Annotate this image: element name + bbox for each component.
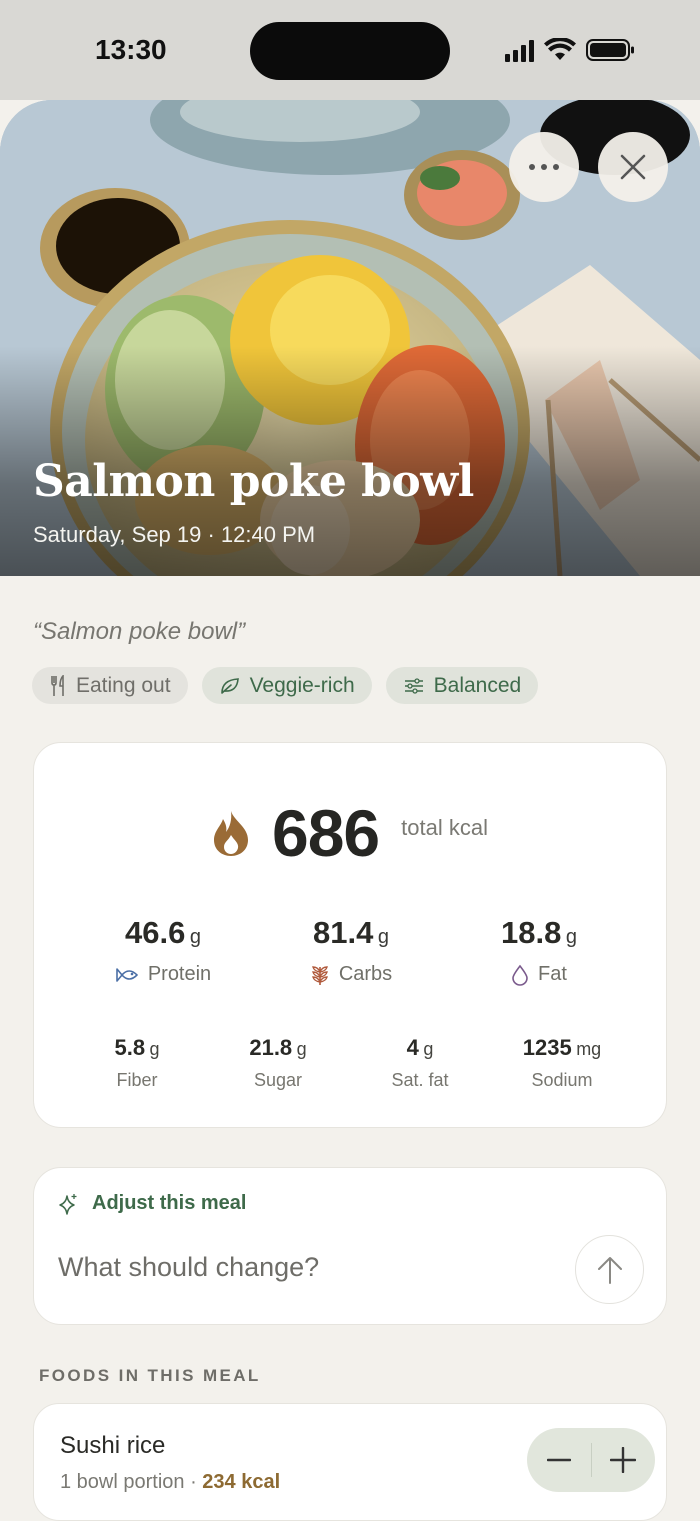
meal-tags: Eating out Veggie-rich Balanced <box>32 667 539 704</box>
meal-description-quote: “Salmon poke bowl” <box>33 618 246 645</box>
tag-label: Veggie-rich <box>249 673 355 697</box>
nutrition-card: 686 total kcal 46.6 g Protein 81.4 g Car… <box>33 742 667 1128</box>
calories-summary: 686 total kcal <box>34 795 666 871</box>
food-item-card[interactable]: Sushi rice 1 bowl portion · 234 kcal <box>33 1403 667 1521</box>
close-icon <box>620 154 646 180</box>
droplet-icon <box>512 964 528 986</box>
micro-value: 21.8 <box>249 1035 293 1060</box>
status-time: 13:30 <box>95 34 167 65</box>
macro-value: 46.6 <box>125 915 186 950</box>
micro-value: 5.8 <box>114 1035 146 1060</box>
meal-title: Salmon poke bowl <box>33 456 474 507</box>
micro-label: Sat. fat <box>391 1070 449 1090</box>
micro-label: Fiber <box>116 1070 158 1090</box>
micro-label: Sodium <box>531 1070 593 1090</box>
meal-datetime: Saturday, Sep 19 · 12:40 PM <box>33 522 316 547</box>
macro-protein: 46.6 g Protein <box>78 915 248 986</box>
close-button[interactable] <box>598 132 668 202</box>
macro-label: Carbs <box>338 963 393 985</box>
dynamic-island <box>250 22 450 80</box>
micro-value: 1235 <box>522 1035 572 1060</box>
macro-unit: g <box>189 926 201 948</box>
foods-section-title: FOODS IN THIS MEAL <box>39 1366 261 1385</box>
send-button[interactable] <box>575 1235 644 1304</box>
tag-label: Balanced <box>433 673 522 697</box>
food-meta: 1 bowl portion · 234 kcal <box>60 1471 280 1494</box>
micro-label: Sugar <box>253 1070 303 1090</box>
arrow-up-icon <box>597 1256 622 1284</box>
plus-icon <box>610 1447 637 1473</box>
macro-unit: g <box>377 926 389 948</box>
macro-carbs: 81.4 g Carbs <box>266 915 436 986</box>
tag-eating-out[interactable]: Eating out <box>32 667 188 704</box>
food-portion: 1 bowl portion · <box>60 1471 203 1493</box>
meal-photo-hero: Salmon poke bowl Saturday, Sep 19 · 12:4… <box>0 100 700 576</box>
wifi-icon <box>544 38 576 60</box>
food-kcal: 234 kcal <box>202 1471 281 1493</box>
macro-label: Fat <box>538 963 567 985</box>
micro-unit: mg <box>576 1039 602 1059</box>
increment-button[interactable] <box>592 1428 656 1492</box>
adjust-meal-header: Adjust this meal <box>58 1192 246 1215</box>
macro-unit: g <box>565 926 577 948</box>
adjust-meal-input[interactable] <box>58 1252 558 1283</box>
kcal-value: 686 <box>272 796 380 870</box>
macro-label: Protein <box>147 963 212 985</box>
flame-icon <box>214 811 249 856</box>
fish-icon <box>116 967 138 982</box>
tag-label: Eating out <box>76 673 171 697</box>
micro-unit: g <box>296 1039 307 1059</box>
minus-icon <box>546 1458 571 1462</box>
micro-unit: g <box>149 1039 160 1059</box>
more-horizontal-icon <box>529 164 559 170</box>
micro-fiber: 5.8 g Fiber <box>72 1035 202 1091</box>
micro-unit: g <box>423 1039 434 1059</box>
micro-sugar: 21.8 g Sugar <box>213 1035 343 1091</box>
sparkle-icon <box>59 1193 77 1215</box>
fork-knife-icon <box>51 674 64 696</box>
tag-veggie-rich[interactable]: Veggie-rich <box>201 667 372 704</box>
leaf-icon <box>220 677 239 694</box>
adjust-meal-title: Adjust this meal <box>92 1192 247 1214</box>
more-button[interactable] <box>509 132 579 202</box>
cellular-signal-icon <box>505 40 534 62</box>
battery-icon <box>586 39 634 61</box>
macro-value: 81.4 <box>313 915 374 950</box>
wheat-icon <box>311 965 328 985</box>
status-bar: 13:30 <box>0 0 700 100</box>
sliders-icon <box>404 677 423 694</box>
micro-sat-fat: 4 g Sat. fat <box>355 1035 485 1091</box>
food-name: Sushi rice <box>60 1432 166 1459</box>
decrement-button[interactable] <box>527 1428 591 1492</box>
tag-balanced[interactable]: Balanced <box>385 667 539 704</box>
macro-fat: 18.8 g Fat <box>454 915 624 986</box>
micro-value: 4 <box>406 1035 419 1060</box>
macro-value: 18.8 <box>501 915 562 950</box>
quantity-stepper <box>527 1428 655 1492</box>
status-icons <box>505 38 636 62</box>
kcal-label: total kcal <box>401 815 488 840</box>
micro-sodium: 1235 mg Sodium <box>497 1035 627 1091</box>
adjust-meal-card: Adjust this meal <box>33 1167 667 1325</box>
